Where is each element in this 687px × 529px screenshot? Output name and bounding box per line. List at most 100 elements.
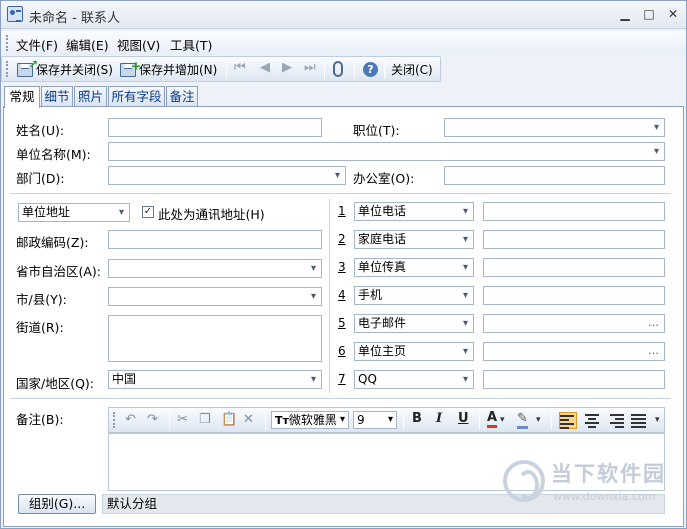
tab-general[interactable]: 常规 — [4, 86, 40, 108]
office-label: 办公室(O): — [353, 171, 415, 186]
mailing-address-label: 此处为通讯地址(H) — [158, 207, 265, 222]
first-record-icon[interactable]: ⏮ — [234, 60, 246, 75]
position-label: 职位(T): — [353, 123, 400, 138]
underline-button[interactable]: U — [458, 411, 469, 426]
bold-button[interactable]: B — [412, 411, 422, 426]
address-type-combo[interactable]: 单位地址 — [18, 203, 130, 222]
phone-type-combo[interactable]: 手机 — [354, 286, 474, 305]
phone-value-input[interactable] — [483, 258, 665, 277]
toolbar-separator — [265, 412, 266, 430]
name-input[interactable] — [108, 118, 322, 137]
phone-type-combo[interactable]: 单位主页 — [354, 342, 474, 361]
menu-view[interactable]: 视图(V) — [117, 35, 160, 54]
section-divider — [10, 193, 671, 194]
group-button[interactable]: 组别(G)... — [18, 494, 96, 514]
department-label: 部门(D): — [16, 171, 65, 186]
redo-icon[interactable]: ↷ — [147, 412, 158, 427]
phone-type-combo[interactable]: QQ — [354, 370, 474, 389]
country-combo[interactable]: 中国 — [108, 370, 322, 389]
previous-record-icon[interactable]: ◀ — [260, 60, 270, 75]
province-label: 省市自治区(A): — [16, 264, 102, 279]
phone-value-input[interactable] — [483, 230, 665, 249]
company-combo[interactable] — [108, 142, 665, 161]
tab-notes[interactable]: 备注 — [166, 86, 198, 107]
editor-toolbar-overflow-icon[interactable]: ▾ — [655, 415, 665, 431]
cut-icon[interactable]: ✂ — [177, 412, 188, 427]
phone-index: 4 — [338, 288, 346, 302]
phone-type-combo[interactable]: 单位电话 — [354, 202, 474, 221]
tab-details[interactable]: 细节 — [41, 86, 73, 107]
toolbar: 保存并关闭(S) 保存并增加(N) ⏮ ◀ ▶ ⏭ ? 关闭(C) — [1, 56, 441, 82]
phone-index: 2 — [338, 232, 346, 246]
menu-tools[interactable]: 工具(T) — [170, 35, 212, 54]
office-input[interactable] — [444, 166, 665, 185]
city-label: 市/县(Y): — [16, 292, 67, 307]
align-right-icon[interactable] — [607, 412, 625, 429]
minimize-button[interactable]: ▁ — [615, 5, 635, 23]
tab-all-fields[interactable]: 所有字段 — [108, 86, 165, 107]
justify-icon[interactable] — [631, 412, 649, 429]
help-icon[interactable]: ? — [363, 62, 378, 77]
last-record-icon[interactable]: ⏭ — [304, 60, 316, 75]
italic-button[interactable]: I — [436, 411, 442, 426]
save-add-button[interactable]: 保存并增加(N) — [120, 57, 217, 79]
save-close-button[interactable]: 保存并关闭(S) — [17, 56, 113, 79]
contact-card-icon — [7, 6, 23, 22]
save-add-icon — [120, 57, 141, 77]
editor-grip[interactable] — [113, 412, 116, 428]
font-size-combo[interactable]: 9 — [353, 411, 397, 429]
homepage-input[interactable] — [483, 342, 665, 361]
copy-icon[interactable]: ❐ — [199, 412, 211, 427]
toolbar-separator — [226, 61, 227, 79]
tab-photo[interactable]: 照片 — [74, 86, 107, 107]
phone-value-input[interactable] — [483, 202, 665, 221]
position-combo[interactable] — [444, 118, 665, 137]
email-input[interactable] — [483, 314, 665, 333]
save-close-label: 保存并关闭(S) — [36, 63, 113, 77]
toolbar-separator — [169, 412, 170, 430]
city-combo[interactable] — [108, 287, 322, 306]
postal-code-input[interactable] — [108, 230, 322, 249]
attachment-icon[interactable] — [333, 61, 343, 77]
font-icon: Tт — [275, 414, 289, 427]
font-family-combo[interactable]: Tт微软雅黑 — [271, 411, 349, 429]
phone-type-combo[interactable]: 家庭电话 — [354, 230, 474, 249]
phone-index: 7 — [338, 372, 346, 386]
province-combo[interactable] — [108, 259, 322, 278]
title-bar: 未命名 - 联系人 ▁ □ ✕ — [1, 1, 686, 29]
company-label: 单位名称(M): — [16, 147, 91, 162]
phone-value-input[interactable] — [483, 370, 665, 389]
toolbar-separator — [551, 412, 552, 430]
save-close-icon — [17, 56, 38, 77]
menubar-grip[interactable] — [6, 35, 9, 51]
watermark-text: 当下软件园 — [551, 462, 666, 486]
street-textarea[interactable] — [108, 315, 322, 362]
notes-editor-toolbar: ↶ ↷ ✂ ❐ 📋 ✕ Tт微软雅黑 9 B I U A ▾ ✎ ▾ — [108, 407, 665, 433]
clear-icon[interactable]: ✕ — [243, 412, 254, 427]
align-left-icon[interactable] — [559, 412, 577, 429]
font-color-button[interactable]: A — [487, 411, 498, 428]
maximize-button[interactable]: □ — [639, 5, 659, 23]
notes-label: 备注(B): — [16, 412, 64, 427]
menu-file[interactable]: 文件(F) — [16, 35, 58, 54]
phone-index: 5 — [338, 316, 346, 330]
mailing-address-checkbox[interactable]: ✓ — [142, 206, 154, 218]
department-combo[interactable] — [108, 166, 346, 185]
close-button[interactable]: 关闭(C) — [391, 61, 433, 79]
window-title: 未命名 - 联系人 — [29, 11, 120, 26]
country-label: 国家/地区(Q): — [16, 376, 95, 391]
undo-icon[interactable]: ↶ — [125, 412, 136, 427]
next-record-icon[interactable]: ▶ — [282, 60, 292, 75]
highlight-icon[interactable]: ✎ — [517, 412, 528, 429]
highlight-dropdown-icon[interactable]: ▾ — [536, 415, 541, 425]
paste-icon[interactable]: 📋 — [221, 412, 237, 427]
phone-type-combo[interactable]: 电子邮件 — [354, 314, 474, 333]
font-color-dropdown-icon[interactable]: ▾ — [500, 415, 505, 425]
align-center-icon[interactable] — [583, 412, 601, 429]
menu-edit[interactable]: 编辑(E) — [66, 35, 109, 54]
close-window-button[interactable]: ✕ — [663, 5, 683, 23]
phone-type-combo[interactable]: 单位传真 — [354, 258, 474, 277]
phone-value-input[interactable] — [483, 286, 665, 305]
toolbar-grip[interactable] — [6, 61, 9, 77]
watermark-url: www.downxia.com — [553, 490, 656, 503]
